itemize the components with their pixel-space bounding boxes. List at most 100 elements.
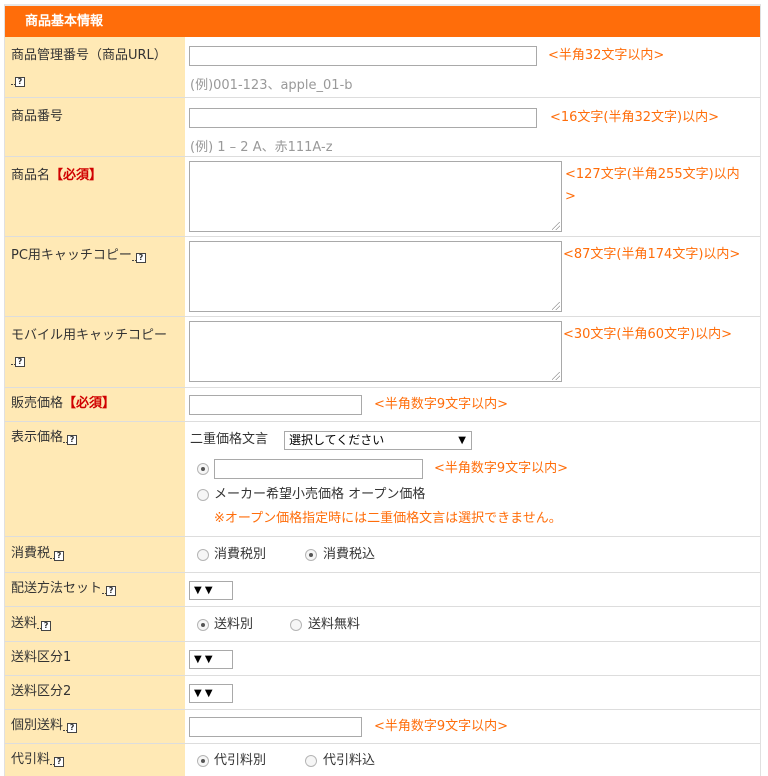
label-pc-catch: PC用キャッチコピー? xyxy=(5,237,185,316)
required-mark: 【必須】 xyxy=(63,396,116,411)
cod-included-label[interactable]: 代引料込 xyxy=(323,753,375,769)
open-price-warning: ※オープン価格指定時には二重価格文言は選択できません。 xyxy=(214,511,562,526)
label-text: 商品名 xyxy=(11,168,51,183)
row-product-no: 商品番号 <16文字(半角32文字)以内> (例) 1 – 2 A、赤111A-… xyxy=(5,98,760,157)
display-price-input[interactable] xyxy=(214,459,423,479)
mobile-catch-textarea[interactable] xyxy=(189,321,562,382)
pc-catch-note: <87文字(半角174文字)以内> xyxy=(563,247,741,262)
resize-grip-icon[interactable] xyxy=(552,372,560,380)
label-text: 表示価格 xyxy=(11,430,64,445)
radio-open-price[interactable] xyxy=(197,489,209,501)
individual-shipping-note: <半角数字9文字以内> xyxy=(374,719,509,734)
label-management-no: 商品管理番号（商品URL）? xyxy=(5,37,185,97)
pc-catch-textarea[interactable] xyxy=(189,241,562,312)
label-text: 商品番号 xyxy=(11,109,64,124)
dropdown-arrow-icon: ▼ xyxy=(194,654,202,665)
row-shipping: 送料? 送料別 送料無料 xyxy=(5,607,760,642)
value-shipping: 送料別 送料無料 xyxy=(185,607,760,641)
label-text: 送料区分1 xyxy=(11,650,72,665)
value-management-no: <半角32文字以内> (例)001-123、apple_01-b xyxy=(185,37,760,97)
shipping-free-label[interactable]: 送料無料 xyxy=(308,617,360,633)
label-display-price: 表示価格? xyxy=(5,422,185,536)
double-price-label: 二重価格文言 xyxy=(190,432,269,447)
open-price-label[interactable]: メーカー希望小売価格 オープン価格 xyxy=(214,487,425,503)
help-icon[interactable]: ? xyxy=(11,77,25,87)
required-mark: 【必須】 xyxy=(50,168,103,183)
value-individual-shipping: <半角数字9文字以内> xyxy=(185,710,760,743)
product-no-example: (例) 1 – 2 A、赤111A-z xyxy=(190,140,333,155)
radio-custom-price[interactable] xyxy=(197,463,209,475)
product-name-textarea[interactable] xyxy=(189,161,562,232)
resize-grip-icon[interactable] xyxy=(552,302,560,310)
shipping-set-select[interactable]: ▼ ▼ xyxy=(189,581,233,600)
product-basic-info-panel: 商品基本情報 商品管理番号（商品URL）? <半角32文字以内> (例)001-… xyxy=(4,4,761,776)
help-icon[interactable]: ? xyxy=(102,586,117,596)
dropdown-arrow-icon: ▼ xyxy=(458,435,466,446)
value-cod-fee: 代引料別 代引料込 xyxy=(185,744,760,776)
individual-shipping-input[interactable] xyxy=(189,717,362,737)
row-shipping-cat2: 送料区分2 ▼ ▼ xyxy=(5,676,760,710)
double-price-select[interactable]: 選択してください ▼ xyxy=(284,431,472,450)
radio-cod-separate[interactable] xyxy=(197,755,209,767)
value-display-price: 二重価格文言 選択してください ▼ <半角数字9文字以内> メーカー希望小売価格 … xyxy=(185,422,760,536)
label-shipping-set: 配送方法セット? xyxy=(5,573,185,606)
dropdown-arrow-icon: ▼ xyxy=(204,585,213,596)
label-price: 販売価格【必須】 xyxy=(5,388,185,421)
price-input[interactable] xyxy=(189,395,362,415)
help-icon[interactable]: ? xyxy=(50,551,65,561)
value-shipping-cat1: ▼ ▼ xyxy=(185,642,760,675)
radio-tax-included[interactable] xyxy=(305,549,317,561)
label-product-no: 商品番号 xyxy=(5,98,185,156)
help-icon[interactable]: ? xyxy=(37,621,52,631)
shipping-separate-label[interactable]: 送料別 xyxy=(214,617,253,633)
row-shipping-cat1: 送料区分1 ▼ ▼ xyxy=(5,642,760,676)
help-icon[interactable]: ? xyxy=(11,357,25,367)
double-price-select-value: 選択してください xyxy=(289,433,385,447)
help-icon[interactable]: ? xyxy=(131,253,146,263)
help-icon[interactable]: ? xyxy=(63,723,78,733)
row-individual-shipping: 個別送料? <半角数字9文字以内> xyxy=(5,710,760,744)
radio-shipping-free[interactable] xyxy=(290,619,302,631)
dropdown-arrow-icon: ▼ xyxy=(194,585,202,596)
label-text: 商品管理番号（商品URL） xyxy=(11,48,167,63)
label-shipping-cat2: 送料区分2 xyxy=(5,676,185,709)
mobile-catch-note: <30文字(半角60文字)以内> xyxy=(563,327,733,342)
label-individual-shipping: 個別送料? xyxy=(5,710,185,743)
value-product-no: <16文字(半角32文字)以内> (例) 1 – 2 A、赤111A-z xyxy=(185,98,760,156)
label-text: 送料区分2 xyxy=(11,684,72,699)
value-shipping-cat2: ▼ ▼ xyxy=(185,676,760,709)
price-note: <半角数字9文字以内> xyxy=(374,397,509,412)
help-icon[interactable]: ? xyxy=(50,757,65,767)
label-shipping: 送料? xyxy=(5,607,185,641)
value-product-name: <127文字(半角255文字)以内> xyxy=(185,157,760,236)
row-product-name: 商品名【必須】 <127文字(半角255文字)以内> xyxy=(5,157,760,237)
shipping-cat2-select[interactable]: ▼ ▼ xyxy=(189,684,233,703)
display-price-note: <半角数字9文字以内> xyxy=(434,461,569,476)
dropdown-arrow-icon: ▼ xyxy=(194,688,202,699)
management-no-input[interactable] xyxy=(189,46,537,66)
tax-excluded-label[interactable]: 消費税別 xyxy=(214,547,266,563)
value-shipping-set: ▼ ▼ xyxy=(185,573,760,606)
radio-tax-excluded[interactable] xyxy=(197,549,209,561)
label-tax: 消費税? xyxy=(5,537,185,572)
tax-included-label[interactable]: 消費税込 xyxy=(323,547,375,563)
value-mobile-catch: <30文字(半角60文字)以内> xyxy=(185,317,760,387)
row-tax: 消費税? 消費税別 消費税込 xyxy=(5,537,760,573)
help-icon[interactable]: ? xyxy=(63,435,78,445)
label-product-name: 商品名【必須】 xyxy=(5,157,185,236)
radio-shipping-separate[interactable] xyxy=(197,619,209,631)
cod-separate-label[interactable]: 代引料別 xyxy=(214,753,266,769)
row-display-price: 表示価格? 二重価格文言 選択してください ▼ <半角数字9文字以内> メーカー希… xyxy=(5,422,760,537)
product-no-note: <16文字(半角32文字)以内> xyxy=(550,110,720,125)
management-no-example: (例)001-123、apple_01-b xyxy=(190,78,353,93)
resize-grip-icon[interactable] xyxy=(552,222,560,230)
label-text: 個別送料 xyxy=(11,718,64,733)
value-tax: 消費税別 消費税込 xyxy=(185,537,760,572)
radio-cod-included[interactable] xyxy=(305,755,317,767)
row-price: 販売価格【必須】 <半角数字9文字以内> xyxy=(5,388,760,422)
value-price: <半角数字9文字以内> xyxy=(185,388,760,421)
value-pc-catch: <87文字(半角174文字)以内> xyxy=(185,237,760,316)
label-text: 送料 xyxy=(11,616,38,631)
product-no-input[interactable] xyxy=(189,108,537,128)
shipping-cat1-select[interactable]: ▼ ▼ xyxy=(189,650,233,669)
